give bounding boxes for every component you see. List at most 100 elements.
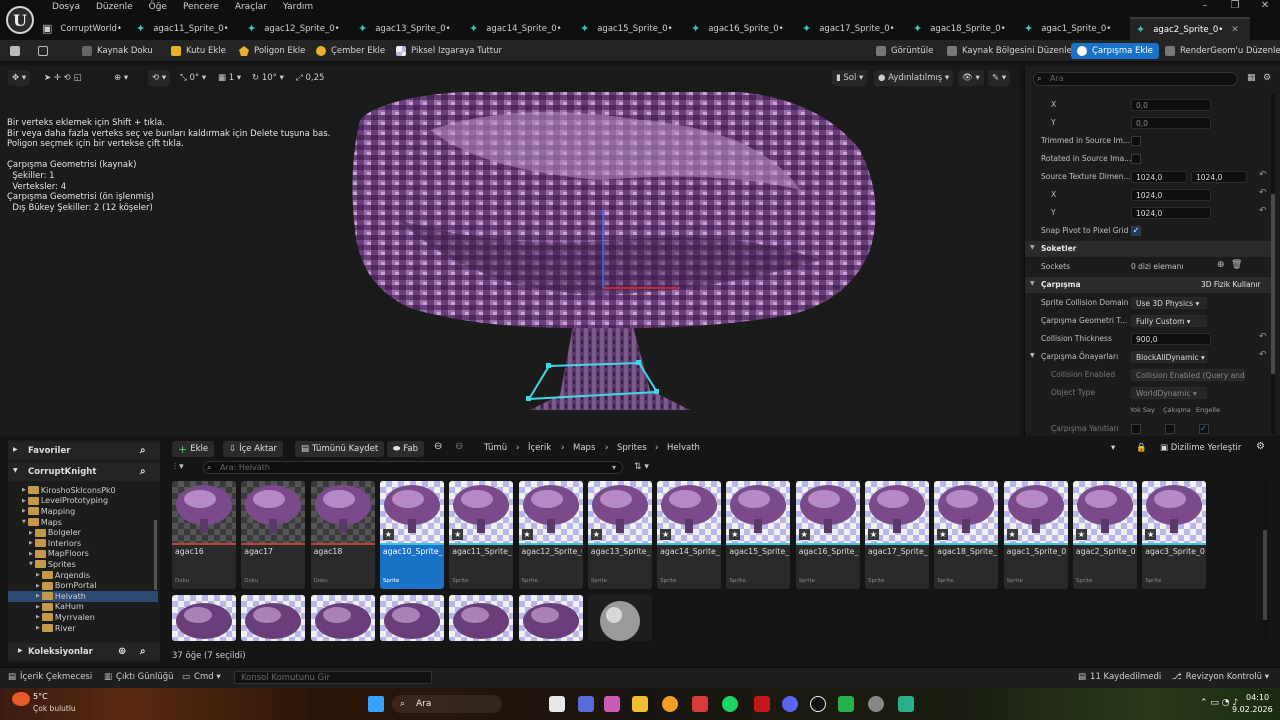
select-icon[interactable]: ➤ ✛ ⟲ ◱	[40, 70, 86, 86]
reset-icon[interactable]: ↶	[1259, 170, 1267, 180]
save-icon[interactable]	[10, 43, 25, 59]
table-view-icon[interactable]: ▦	[1247, 73, 1256, 83]
source-texture-button[interactable]: Kaynak Doku	[82, 43, 153, 59]
asset-tile[interactable]: ★ agac3_Sprite_0 Sprite	[1142, 481, 1207, 589]
tree-folder-helvath[interactable]: ▶ Helvath	[8, 591, 158, 602]
expand-arrow-icon[interactable]: ▶	[29, 551, 33, 557]
asset-tile[interactable]	[518, 595, 583, 641]
collision-thickness-field[interactable]: 900,0	[1131, 333, 1211, 345]
app-icon[interactable]	[578, 696, 594, 712]
collision-section[interactable]: ▼ Çarpışma 3D Fizik Kullanır	[1025, 277, 1271, 293]
camera-speed[interactable]: ⤢ 0,25	[292, 70, 328, 86]
close-tab-icon[interactable]: ✕	[1231, 25, 1239, 35]
breadcrumb-all[interactable]: Tümü	[484, 443, 507, 453]
tab-agac12[interactable]: ✦ agac12_Sprite_0•	[241, 17, 352, 40]
task-view-icon[interactable]	[549, 696, 565, 712]
asset-tile[interactable]: ★ agac1_Sprite_0 Sprite	[1003, 481, 1068, 589]
asset-tile[interactable]: ★ agac17_Sprite_0 Sprite	[865, 481, 929, 589]
tree-folder-arqendis[interactable]: ▶ Arqendis	[8, 570, 158, 581]
expand-arrow-icon[interactable]: ▶	[36, 583, 40, 589]
restore-icon[interactable]: ❐	[1220, 0, 1250, 14]
edit-rendergeom-button[interactable]: RenderGeom'u Düzenle	[1165, 43, 1280, 59]
search-icon[interactable]: ⌕	[140, 466, 146, 477]
menu-file[interactable]: Dosya	[44, 2, 88, 14]
asset-search-input[interactable]: ⌕ Ara: Helvath ▾	[203, 461, 623, 474]
cmd-dropdown[interactable]: ▭ Cmd ▾	[182, 672, 221, 682]
dock-button[interactable]: ▣ Dizilime Yerleştir	[1160, 443, 1241, 453]
add-collection-icon[interactable]: ⊕	[118, 646, 126, 657]
asset-tile[interactable]	[449, 595, 514, 641]
asset-tile[interactable]: agac16 Doku	[172, 481, 236, 589]
reset-icon[interactable]: ↶	[1259, 350, 1267, 360]
edit-source-region-button[interactable]: Kaynak Bölgesini Düzenle	[947, 43, 1072, 59]
tab-agac15[interactable]: ✦ agac15_Sprite_0•	[574, 17, 685, 40]
app-icon[interactable]	[898, 696, 914, 712]
breadcrumb-content[interactable]: İçerik	[528, 443, 551, 453]
breadcrumb-maps[interactable]: Maps	[573, 443, 595, 453]
favorites-header[interactable]: ▶ Favoriler ⌕	[8, 442, 160, 460]
view-button[interactable]: Görüntüle	[876, 43, 933, 59]
tree-folder-mapping[interactable]: ▶ Mapping	[8, 506, 158, 517]
asset-tile[interactable]	[172, 595, 236, 641]
object-type-dropdown[interactable]: WorldDynamic ▾	[1131, 387, 1207, 399]
menu-window[interactable]: Pencere	[175, 2, 227, 14]
app-icon[interactable]	[604, 696, 620, 712]
tree-folder-interiors[interactable]: ▶ Interiors	[8, 538, 158, 549]
filter-icon[interactable]: ⫶ ▾	[174, 462, 184, 472]
add-collision-button[interactable]: Çarpışma Ekle	[1071, 43, 1159, 59]
transform-menu[interactable]: ✥ ▾	[8, 70, 31, 86]
angle-snap[interactable]: ↻ 10° ▾	[248, 70, 288, 86]
close-icon[interactable]: ✕	[1250, 0, 1280, 14]
asset-tile[interactable]: agac17 Doku	[241, 481, 306, 589]
snap-pivot-checkbox[interactable]: ✓	[1131, 226, 1141, 236]
pivot-y-field[interactable]: 0,0	[1131, 117, 1211, 129]
expand-arrow-icon[interactable]: ▶	[36, 614, 40, 620]
asset-tile[interactable]: ★ agac16_Sprite_0 Sprite	[795, 481, 860, 589]
options-dropdown[interactable]: ✎ ▾	[988, 70, 1011, 86]
menu-help[interactable]: Yardım	[275, 2, 321, 14]
tree-folder-bolgeler[interactable]: ▶ Bolgeler	[8, 527, 158, 538]
rotation-snap[interactable]: ⤡ 0° ▾	[176, 70, 210, 86]
ignore-checkbox[interactable]	[1131, 424, 1141, 434]
breadcrumb-helvath[interactable]: Helvath	[667, 443, 700, 453]
settings-icon[interactable]: ⚙	[1263, 73, 1271, 83]
snap-pixel-grid-button[interactable]: Piksel Izgaraya Tuttur	[396, 43, 502, 59]
overlap-checkbox[interactable]	[1165, 424, 1175, 434]
asset-tile[interactable]: ★ agac2_Sprite_0 Sprite	[1072, 481, 1137, 589]
expand-icon[interactable]: ▼	[1030, 352, 1035, 359]
path-dropdown-icon[interactable]: ▾	[1111, 443, 1115, 453]
expand-arrow-icon[interactable]: ▶	[36, 625, 40, 631]
tree-folder-kahum[interactable]: ▶ KaHum	[8, 602, 158, 613]
add-button[interactable]: + Ekle	[172, 441, 215, 457]
expand-arrow-icon[interactable]: ▶	[22, 487, 26, 493]
asset-tile[interactable]: ★ agac11_Sprite_0 Sprite	[449, 481, 514, 589]
expand-arrow-icon[interactable]: ▶	[29, 540, 33, 546]
asset-tile[interactable]: ★ agac12_Sprite_0 Sprite	[518, 481, 583, 589]
unreal-logo-icon[interactable]: U	[6, 6, 34, 34]
show-dropdown[interactable]: 👁 ▾	[958, 70, 984, 86]
browse-icon[interactable]	[38, 43, 53, 59]
asset-tile[interactable]: ★ agac14_Sprite_0 Sprite	[657, 481, 722, 589]
app-icon[interactable]	[868, 696, 884, 712]
trimmed-checkbox[interactable]	[1131, 136, 1141, 146]
asset-tile[interactable]: ★ agac15_Sprite_0 Sprite	[726, 481, 791, 589]
asset-tile[interactable]	[241, 595, 306, 641]
grid-snap[interactable]: ▦ 1 ▾	[214, 70, 245, 86]
tree-folder-river[interactable]: ▶ River	[8, 623, 158, 634]
lock-icon[interactable]: 🔒	[1136, 443, 1147, 453]
spotify-icon[interactable]	[722, 696, 738, 712]
store-icon[interactable]	[692, 696, 708, 712]
sort-icon[interactable]: ⇅ ▾	[634, 462, 649, 472]
asset-tile[interactable]: ★ agac18_Sprite_0 Sprite	[934, 481, 999, 589]
taskbar-search[interactable]: ⌕ Ara	[392, 695, 502, 713]
block-checkbox[interactable]: ✓	[1199, 424, 1209, 434]
menu-tools[interactable]: Araçlar	[227, 2, 275, 14]
asset-tile[interactable]	[587, 595, 652, 641]
collision-domain-dropdown[interactable]: Use 3D Physics ▾	[1131, 297, 1207, 309]
content-drawer-button[interactable]: ▤ İçerik Çekmecesi	[8, 672, 92, 682]
details-search-input[interactable]: ⌕ Ara	[1033, 72, 1238, 86]
asset-tile[interactable]: agac18 Doku	[310, 481, 375, 589]
dim-y-sub-field[interactable]: 1024,0	[1131, 207, 1211, 219]
tab-agac16[interactable]: ✦ agac16_Sprite_0•	[685, 17, 796, 40]
add-box-button[interactable]: Kutu Ekle	[171, 43, 226, 59]
